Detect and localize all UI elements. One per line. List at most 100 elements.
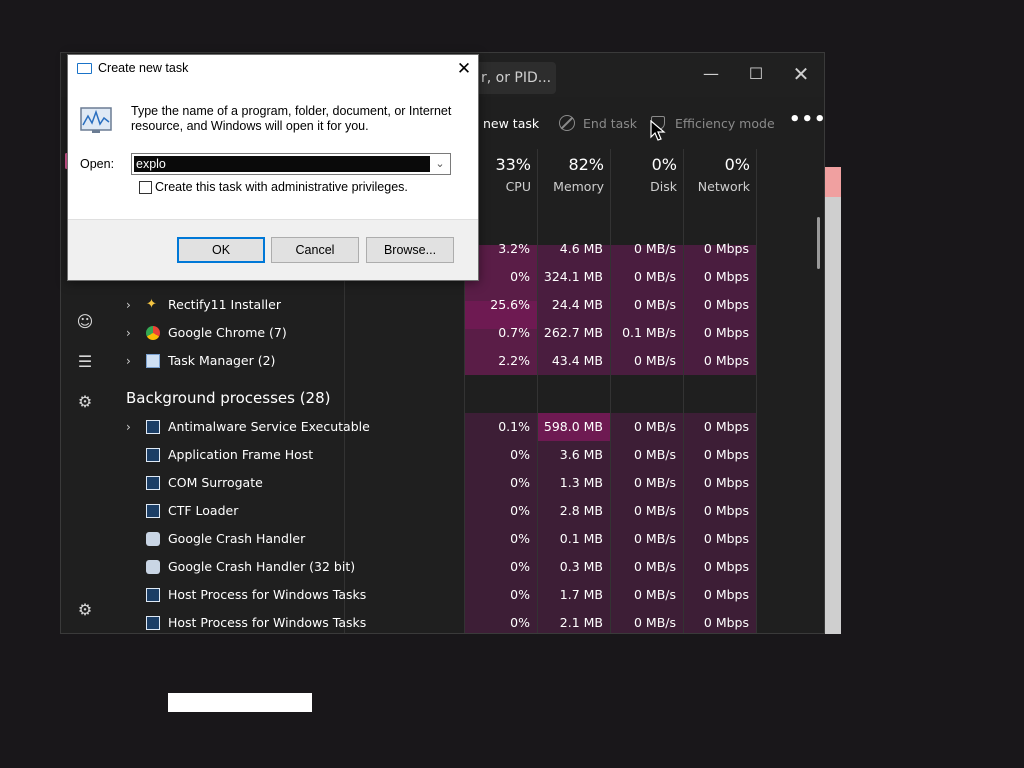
browse-button[interactable]: Browse... bbox=[366, 237, 454, 263]
process-name: Antimalware Service Executable bbox=[168, 419, 370, 434]
network-value: 0 Mbps bbox=[703, 241, 749, 256]
chevron-right-icon[interactable]: › bbox=[126, 291, 131, 319]
app-window-icon bbox=[146, 504, 160, 518]
process-name: Google Chrome (7) bbox=[168, 325, 287, 340]
chevron-right-icon[interactable]: › bbox=[126, 319, 131, 347]
process-row[interactable]: › Antimalware Service Executable 0.1% 598.0… bbox=[108, 413, 768, 441]
efficiency-mode-label: Efficiency mode bbox=[675, 116, 775, 131]
open-label: Open: bbox=[80, 157, 115, 171]
disk-value: 0 MB/s bbox=[633, 531, 676, 546]
background-window-edge-top bbox=[825, 167, 841, 197]
process-row[interactable]: Host Process for Windows Tasks 0% 1.7 MB 0 … bbox=[108, 581, 768, 609]
process-row[interactable]: › Task Manager (2) 2.2% 43.4 MB 0 MB/s 0 Mbps bbox=[108, 347, 768, 375]
process-row[interactable]: COM Surrogate 0% 1.3 MB 0 MB/s 0 Mbps bbox=[108, 469, 768, 497]
admin-privileges-checkbox[interactable] bbox=[139, 181, 152, 194]
process-row[interactable]: Google Crash Handler (32 bit) 0% 0.3 MB 0 M… bbox=[108, 553, 768, 581]
process-name: CTF Loader bbox=[168, 503, 239, 518]
sparkle-icon: ✦ bbox=[146, 297, 157, 312]
process-name: Google Crash Handler (32 bit) bbox=[168, 559, 356, 574]
scrollbar[interactable] bbox=[817, 217, 820, 269]
process-row[interactable]: Application Frame Host 0% 3.6 MB 0 MB/s 0 Mb… bbox=[108, 441, 768, 469]
chrome-icon bbox=[146, 326, 160, 340]
disk-label: Disk bbox=[650, 179, 677, 194]
process-row[interactable]: › ✦ Rectify11 Installer 25.6% 24.4 MB 0 MB/s 0… bbox=[108, 291, 768, 319]
cpu-value: 0% bbox=[510, 559, 530, 574]
disk-value: 0 MB/s bbox=[633, 419, 676, 434]
services-icon[interactable]: ⚙ bbox=[74, 391, 96, 413]
cpu-label: CPU bbox=[505, 179, 531, 194]
memory-value: 324.1 MB bbox=[543, 269, 603, 284]
more-options-button[interactable]: ••• bbox=[789, 107, 824, 133]
create-new-task-dialog: Create new task ✕ Type the name of a pro… bbox=[67, 54, 479, 281]
process-name: Host Process for Windows Tasks bbox=[168, 615, 367, 630]
memory-value: 1.3 MB bbox=[559, 475, 603, 490]
monitor-graph-icon bbox=[80, 107, 112, 133]
network-value: 0 Mbps bbox=[703, 503, 749, 518]
network-value: 0 Mbps bbox=[703, 269, 749, 284]
network-value: 0 Mbps bbox=[703, 559, 749, 574]
users-icon[interactable]: ☺ bbox=[74, 311, 96, 333]
process-row[interactable]: CTF Loader 0% 2.8 MB 0 MB/s 0 Mbps bbox=[108, 497, 768, 525]
process-row[interactable]: Host Process for Windows Tasks 0% 2.1 MB 0 … bbox=[108, 609, 768, 637]
minimize-icon[interactable]: — bbox=[689, 59, 733, 89]
search-input[interactable]: r, or PID... bbox=[471, 62, 556, 94]
process-row[interactable]: › Google Chrome (7) 0.7% 262.7 MB 0.1 MB/s 0 … bbox=[108, 319, 768, 347]
details-icon[interactable]: ☰ bbox=[74, 351, 96, 373]
open-input-value: explo bbox=[136, 157, 166, 171]
taskmgr-icon bbox=[146, 354, 160, 368]
memory-percent: 82% bbox=[568, 155, 604, 174]
disk-column-header[interactable]: 0% Disk bbox=[610, 149, 683, 201]
dialog-description: Type the name of a program, folder, docu… bbox=[131, 104, 452, 133]
cpu-value: 2.2% bbox=[498, 353, 530, 368]
crash-icon bbox=[146, 560, 160, 574]
memory-value: 1.7 MB bbox=[559, 587, 603, 602]
app-window-icon bbox=[146, 588, 160, 602]
process-name: Host Process for Windows Tasks bbox=[168, 587, 367, 602]
chevron-right-icon[interactable]: › bbox=[126, 347, 131, 375]
process-name: Google Crash Handler bbox=[168, 531, 306, 546]
network-percent: 0% bbox=[724, 155, 750, 174]
network-value: 0 Mbps bbox=[703, 325, 749, 340]
settings-icon[interactable]: ⚙ bbox=[74, 599, 96, 621]
disk-percent: 0% bbox=[651, 155, 677, 174]
memory-column-header[interactable]: 82% Memory bbox=[537, 149, 610, 201]
cpu-value: 0.7% bbox=[498, 325, 530, 340]
cpu-value: 0% bbox=[510, 531, 530, 546]
network-value: 0 Mbps bbox=[703, 587, 749, 602]
disk-value: 0 MB/s bbox=[633, 503, 676, 518]
process-name: Task Manager (2) bbox=[168, 353, 276, 368]
network-value: 0 Mbps bbox=[703, 531, 749, 546]
disk-value: 0 MB/s bbox=[633, 447, 676, 462]
background-processes-header: Background processes (28) bbox=[126, 389, 331, 407]
disk-value: 0 MB/s bbox=[633, 353, 676, 368]
disk-value: 0 MB/s bbox=[633, 297, 676, 312]
efficiency-mode-button[interactable]: Efficiency mode bbox=[651, 111, 775, 137]
ok-button[interactable]: OK bbox=[177, 237, 265, 263]
chevron-down-icon[interactable]: ⌄ bbox=[432, 156, 448, 172]
maximize-icon[interactable]: ☐ bbox=[734, 59, 778, 89]
cpu-value: 0% bbox=[510, 503, 530, 518]
white-bar bbox=[168, 693, 312, 712]
memory-value: 598.0 MB bbox=[543, 419, 603, 434]
run-new-task-button[interactable]: new task bbox=[483, 111, 539, 137]
process-row[interactable]: Google Crash Handler 0% 0.1 MB 0 MB/s 0 Mbps bbox=[108, 525, 768, 553]
open-input[interactable]: explo ⌄ bbox=[131, 153, 451, 175]
memory-value: 24.4 MB bbox=[551, 297, 603, 312]
dialog-title-bar: Create new task ✕ bbox=[68, 55, 478, 83]
network-column-header[interactable]: 0% Network bbox=[683, 149, 756, 201]
cpu-value: 0% bbox=[510, 615, 530, 630]
cpu-value: 0% bbox=[510, 475, 530, 490]
end-task-button[interactable]: End task bbox=[559, 111, 637, 137]
app-window-icon bbox=[146, 476, 160, 490]
network-value: 0 Mbps bbox=[703, 447, 749, 462]
disk-value: 0 MB/s bbox=[633, 269, 676, 284]
network-value: 0 Mbps bbox=[703, 475, 749, 490]
network-label: Network bbox=[697, 179, 750, 194]
admin-privileges-label[interactable]: Create this task with administrative pri… bbox=[155, 180, 408, 194]
cancel-button[interactable]: Cancel bbox=[271, 237, 359, 263]
close-icon[interactable]: ✕ bbox=[779, 59, 823, 89]
dialog-title: Create new task bbox=[98, 61, 189, 75]
close-icon[interactable]: ✕ bbox=[452, 57, 476, 81]
chevron-right-icon[interactable]: › bbox=[126, 413, 131, 441]
network-value: 0 Mbps bbox=[703, 615, 749, 630]
